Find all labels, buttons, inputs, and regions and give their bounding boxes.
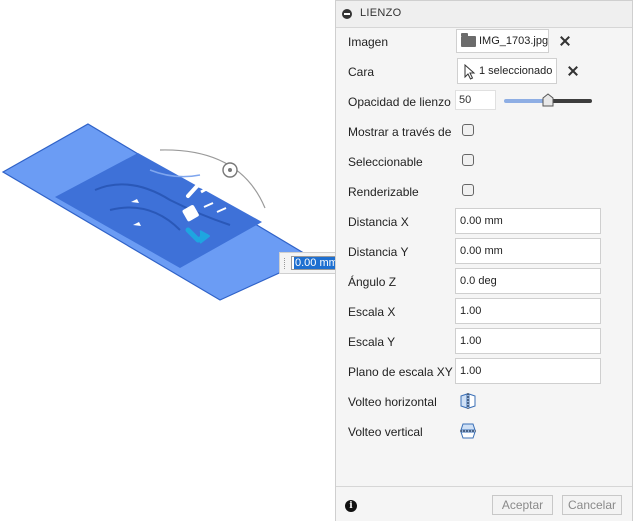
scale-y-value: 1.00: [460, 335, 482, 347]
angle-z-field[interactable]: 0.0 deg: [455, 268, 601, 294]
opacity-slider[interactable]: [504, 93, 592, 107]
folder-icon: [461, 33, 476, 47]
image-file-chip[interactable]: IMG_1703.jpg: [456, 29, 549, 53]
clear-image-icon[interactable]: [559, 35, 571, 47]
collapse-icon[interactable]: [342, 9, 352, 19]
label-distancia-y: Distancia Y: [348, 245, 409, 259]
distance-x-value: 0.00 mm: [460, 215, 503, 227]
opacity-value: 50: [459, 94, 472, 106]
show-through-checkbox[interactable]: [462, 124, 474, 136]
opacity-slider-thumb[interactable]: [542, 93, 554, 107]
label-plano-xy: Plano de escala XY: [348, 365, 453, 379]
scale-x-field[interactable]: 1.00: [455, 298, 601, 324]
dialog-header[interactable]: LIENZO: [336, 1, 632, 28]
scale-plane-xy-value: 1.00: [460, 365, 482, 377]
canvas-dialog: LIENZO Imagen IMG_1703.jpg Cara 1 selecc…: [335, 0, 633, 521]
label-opacidad: Opacidad de lienzo: [348, 95, 451, 109]
label-distancia-x: Distancia X: [348, 215, 409, 229]
info-icon[interactable]: i: [345, 500, 357, 512]
label-volteo-vertical: Volteo vertical: [348, 425, 423, 439]
dialog-title: LIENZO: [360, 7, 402, 19]
distance-value-text: 0.00 mm: [294, 257, 339, 269]
selectable-checkbox[interactable]: [462, 154, 474, 166]
dialog-footer: i Aceptar Cancelar: [336, 486, 632, 521]
renderable-checkbox[interactable]: [462, 184, 474, 196]
ok-button[interactable]: Aceptar: [492, 495, 553, 515]
label-renderizable: Renderizable: [348, 185, 419, 199]
opacity-input[interactable]: 50: [455, 90, 496, 110]
scale-x-value: 1.00: [460, 305, 482, 317]
scale-y-field[interactable]: 1.00: [455, 328, 601, 354]
cancel-button[interactable]: Cancelar: [562, 495, 622, 515]
label-angulo-z: Ángulo Z: [348, 275, 397, 289]
face-selection-chip[interactable]: 1 seleccionado: [457, 58, 557, 84]
flip-horizontal-icon[interactable]: [460, 393, 476, 409]
flip-vertical-icon[interactable]: [460, 423, 476, 439]
label-escala-y: Escala Y: [348, 335, 396, 349]
image-file-name: IMG_1703.jpg: [479, 35, 549, 47]
scale-plane-xy-field[interactable]: 1.00: [455, 358, 601, 384]
canvas-viewport[interactable]: 0.00 mm: [0, 0, 369, 522]
drag-grip[interactable]: [284, 258, 288, 269]
angle-z-value: 0.0 deg: [460, 275, 497, 287]
label-imagen: Imagen: [348, 35, 389, 49]
label-seleccionable: Seleccionable: [348, 155, 423, 169]
label-mostrar: Mostrar a través de: [348, 125, 452, 139]
face-selection-text: 1 seleccionado: [479, 65, 553, 77]
opacity-slider-track: [548, 99, 592, 103]
label-cara: Cara: [348, 65, 375, 79]
clear-face-icon[interactable]: [567, 65, 579, 77]
label-volteo-horizontal: Volteo horizontal: [348, 395, 437, 409]
distance-x-field[interactable]: 0.00 mm: [455, 208, 601, 234]
distance-y-field[interactable]: 0.00 mm: [455, 238, 601, 264]
label-escala-x: Escala X: [348, 305, 396, 319]
cursor-icon: [464, 64, 476, 80]
distance-y-value: 0.00 mm: [460, 245, 503, 257]
